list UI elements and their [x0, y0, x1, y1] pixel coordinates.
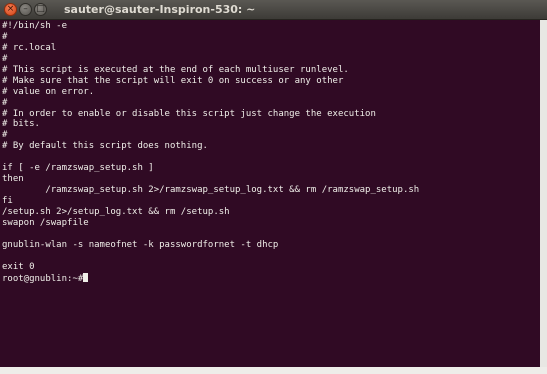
terminal-line: then: [2, 174, 24, 185]
terminal-line: # By default this script does nothing.: [2, 141, 208, 152]
window-title: sauter@sauter-Inspiron-530: ~: [64, 3, 256, 16]
terminal-line: # Make sure that the script will exit 0 …: [2, 75, 344, 86]
terminal-line: #: [2, 53, 8, 64]
terminal-line: /ramzswap_setup.sh 2>/ramzswap_setup_log…: [2, 185, 420, 196]
terminal-line: # rc.local: [2, 42, 57, 53]
terminal-line: /setup.sh 2>/setup_log.txt && rm /setup.…: [2, 206, 230, 217]
terminal-line: #: [2, 31, 8, 42]
terminal-line: if [ -e /ramzswap_setup.sh ]: [2, 163, 154, 174]
maximize-icon[interactable]: □: [34, 3, 47, 16]
terminal-line: # In order to enable or disable this scr…: [2, 108, 376, 119]
window-right-edge: [540, 20, 547, 367]
window-controls: × – □: [4, 3, 47, 17]
prompt-line[interactable]: root@gnublin:~#: [2, 272, 540, 284]
terminal-output[interactable]: #!/bin/sh -e # # rc.local # # This scrip…: [0, 20, 540, 367]
terminal-line: gnublin-wlan -s nameofnet -k passwordfor…: [2, 239, 279, 250]
shell-prompt: root@gnublin:~#: [2, 273, 84, 284]
terminal-line: #: [2, 97, 8, 108]
terminal-line: exit 0: [2, 261, 35, 272]
terminal-line: swapon /swapfile: [2, 217, 89, 228]
terminal-line: # bits.: [2, 119, 40, 130]
terminal-window: × – □ sauter@sauter-Inspiron-530: ~ #!/b…: [0, 0, 547, 374]
window-bottom-edge: [0, 367, 547, 374]
terminal-line: #!/bin/sh -e: [2, 21, 68, 31]
title-bar[interactable]: × – □ sauter@sauter-Inspiron-530: ~: [0, 0, 547, 20]
text-cursor: [83, 272, 89, 282]
close-icon[interactable]: ×: [4, 3, 17, 16]
terminal-line: #: [2, 130, 8, 141]
terminal-line: fi: [2, 196, 13, 206]
terminal-line: # This script is executed at the end of …: [2, 64, 349, 75]
terminal-line: # value on error.: [2, 86, 95, 97]
minimize-icon[interactable]: –: [19, 3, 32, 16]
